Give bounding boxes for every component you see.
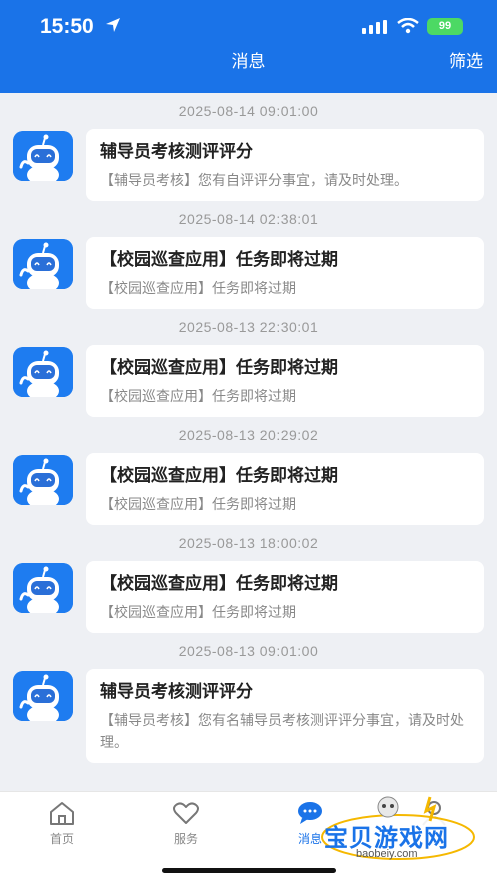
avatar <box>13 239 73 289</box>
message-item[interactable]: 2025-08-14 09:01:00 辅导员考核测评评分【辅导员考核】您有自评评… <box>0 93 497 201</box>
tab-home-label: 首页 <box>49 832 74 846</box>
message-timestamp: 2025-08-14 02:38:01 <box>178 211 319 227</box>
page-title: 消息 <box>231 52 266 71</box>
message-item[interactable]: 2025-08-14 02:38:01 【校园巡查应用】任务即将过期 【校园巡查应用… <box>0 201 497 309</box>
message-title: 辅导员考核测评评分 <box>100 142 253 161</box>
message-title: 【校园巡查应用】任务即将过期 <box>100 574 338 593</box>
watermark-logo: 宝贝游戏网 baobeiy.com <box>318 793 478 865</box>
home-indicator[interactable] <box>162 868 336 873</box>
robot-avatar-icon <box>13 131 73 181</box>
message-body: 【辅导员考核】您有名辅导员考核测评评分事宜，请及时处理。 <box>100 712 464 750</box>
message-card[interactable]: 【校园巡查应用】任务即将过期 【校园巡查应用】任务即将过期 <box>86 345 484 417</box>
message-item[interactable]: 2025-08-13 09:01:00 辅导员考核测评评分【辅导员考核】您有名辅导… <box>0 633 497 763</box>
watermark-url: baobeiy.com <box>356 848 418 860</box>
message-body: 【校园巡查应用】任务即将过期 <box>100 604 296 620</box>
tab-home[interactable]: 首页 <box>22 796 102 847</box>
message-title: 【校园巡查应用】任务即将过期 <box>100 466 338 485</box>
heart-icon <box>173 802 199 824</box>
message-body: 【辅导员考核】您有自评评分事宜，请及时处理。 <box>100 172 408 188</box>
message-item[interactable]: 2025-08-13 18:00:02 【校园巡查应用】任务即将过期 【校园巡查应用… <box>0 525 497 633</box>
filter-button[interactable]: 筛选 <box>449 47 483 72</box>
message-timestamp: 2025-08-13 20:29:02 <box>178 427 319 443</box>
message-body: 【校园巡查应用】任务即将过期 <box>100 388 296 404</box>
message-card[interactable]: 辅导员考核测评评分【辅导员考核】您有名辅导员考核测评评分事宜，请及时处理。 <box>86 669 484 763</box>
message-card[interactable]: 辅导员考核测评评分【辅导员考核】您有自评评分事宜，请及时处理。 <box>86 129 484 201</box>
message-card[interactable]: 【校园巡查应用】任务即将过期 【校园巡查应用】任务即将过期 <box>86 237 484 309</box>
message-item[interactable]: 2025-08-13 20:29:02 【校园巡查应用】任务即将过期 【校园巡查应用… <box>0 417 497 525</box>
battery-indicator: 99 <box>427 18 463 35</box>
cellular-signal-icon <box>362 20 387 34</box>
status-bar: 15:50 99 <box>0 0 497 52</box>
tab-service[interactable]: 服务 <box>146 796 226 847</box>
message-card[interactable]: 【校园巡查应用】任务即将过期 【校园巡查应用】任务即将过期 <box>86 453 484 525</box>
message-timestamp: 2025-08-14 09:01:00 <box>178 103 319 119</box>
message-list[interactable]: 2025-08-14 09:01:00 辅导员考核测评评分 【辅导员考核】您有自评评… <box>0 93 497 791</box>
tab-service-label: 服务 <box>173 832 198 846</box>
message-timestamp: 2025-08-13 18:00:02 <box>178 535 319 551</box>
home-icon <box>50 802 74 825</box>
robot-avatar-icon <box>13 347 73 397</box>
robot-avatar-icon <box>13 563 73 613</box>
message-title: 辅导员考核测评评分 <box>100 682 253 701</box>
robot-avatar-icon <box>13 239 73 289</box>
message-body: 【校园巡查应用】任务即将过期 <box>100 280 296 296</box>
message-title: 【校园巡查应用】任务即将过期 <box>100 358 338 377</box>
avatar <box>13 671 73 721</box>
robot-avatar-icon <box>13 671 73 721</box>
message-timestamp: 2025-08-13 22:30:01 <box>178 319 319 335</box>
location-arrow-icon <box>106 18 120 32</box>
avatar <box>13 455 73 505</box>
robot-avatar-icon <box>13 455 73 505</box>
avatar <box>13 563 73 613</box>
avatar <box>13 131 73 181</box>
message-card[interactable]: 【校园巡查应用】任务即将过期 【校园巡查应用】任务即将过期 <box>86 561 484 633</box>
message-title: 【校园巡查应用】任务即将过期 <box>100 250 338 269</box>
wifi-icon <box>397 18 419 34</box>
message-body: 【校园巡查应用】任务即将过期 <box>100 496 296 512</box>
message-timestamp: 2025-08-13 09:01:00 <box>178 643 319 659</box>
header: 15:50 99 消息 筛选 <box>0 0 497 93</box>
status-time: 15:50 <box>40 15 94 38</box>
avatar <box>13 347 73 397</box>
message-item[interactable]: 2025-08-13 22:30:01 【校园巡查应用】任务即将过期 【校园巡查应用… <box>0 309 497 417</box>
